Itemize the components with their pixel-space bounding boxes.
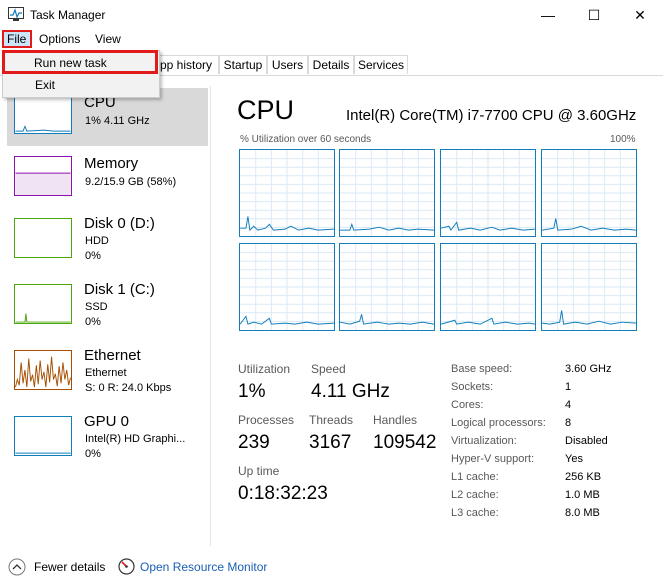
tab-app-history[interactable]: pp history xyxy=(158,55,219,74)
menu-item-exit[interactable]: Exit xyxy=(35,78,55,92)
menu-options[interactable]: Options xyxy=(39,32,80,46)
handles-value: 109542 xyxy=(373,432,437,453)
cpu-model: Intel(R) Core(TM) i7-7700 CPU @ 3.60GHz xyxy=(346,107,637,124)
speed-value: 4.11 GHz xyxy=(311,381,390,402)
logical-processor-graph xyxy=(541,149,637,237)
tab-details[interactable]: Details xyxy=(308,55,354,74)
tab-startup[interactable]: Startup xyxy=(219,55,267,74)
spec-value: 256 KB xyxy=(565,471,602,483)
logical-processor-graph xyxy=(339,149,435,237)
sidebar-gpu-title: GPU 0 xyxy=(84,413,130,430)
sidebar-ethernet-name: Ethernet xyxy=(85,367,127,379)
graph-caption: % Utilization over 60 seconds xyxy=(240,134,372,145)
close-button[interactable]: ✕ xyxy=(617,0,663,30)
window-title: Task Manager xyxy=(30,8,106,22)
logical-processor-graph xyxy=(440,243,536,331)
spec-value: 4 xyxy=(565,399,572,411)
cpu-thumbnail xyxy=(14,94,72,134)
graph-max-label: 100% xyxy=(610,134,636,145)
memory-thumbnail xyxy=(14,156,72,196)
spec-label: Cores: xyxy=(451,399,484,411)
sidebar-disk0-title: Disk 0 (D:) xyxy=(84,215,155,232)
uptime-value: 0:18:32:23 xyxy=(238,483,328,504)
logical-processor-graph xyxy=(440,149,536,237)
utilization-label: Utilization xyxy=(238,362,291,376)
spec-label: Virtualization: xyxy=(451,435,517,447)
menu-file[interactable]: File xyxy=(7,32,26,46)
resource-monitor-icon xyxy=(118,558,135,575)
sidebar-gpu-name: Intel(R) HD Graphi... xyxy=(85,433,186,445)
spec-value: Yes xyxy=(565,453,583,465)
tab-users[interactable]: Users xyxy=(267,55,308,74)
logical-processor-graph xyxy=(239,243,335,331)
logical-processor-graph xyxy=(239,149,335,237)
gpu-thumbnail xyxy=(14,416,72,456)
spec-value: Disabled xyxy=(565,435,608,447)
sidebar-memory-title: Memory xyxy=(84,155,139,172)
spec-label: L2 cache: xyxy=(451,489,499,501)
processes-value: 239 xyxy=(238,432,270,453)
sidebar-memory-sub: 9.2/15.9 GB (58%) xyxy=(85,176,177,188)
disk1-thumbnail xyxy=(14,284,72,324)
sidebar-gpu-usage: 0% xyxy=(85,448,101,460)
speed-label: Speed xyxy=(311,362,346,376)
spec-label: Hyper-V support: xyxy=(451,453,535,465)
sidebar-cpu-sub: 1% 4.11 GHz xyxy=(85,115,150,127)
logical-processor-graph xyxy=(541,243,637,331)
uptime-label: Up time xyxy=(238,464,280,478)
fewer-details-link[interactable]: Fewer details xyxy=(34,560,105,574)
page-title: CPU xyxy=(237,95,295,125)
spec-value: 3.60 GHz xyxy=(565,363,612,375)
maximize-button[interactable]: ☐ xyxy=(571,0,617,30)
disk0-thumbnail xyxy=(14,218,72,258)
ethernet-thumbnail xyxy=(14,350,72,390)
sidebar-disk1-usage: 0% xyxy=(85,316,101,328)
sidebar-disk0-usage: 0% xyxy=(85,250,101,262)
spec-value: 1.0 MB xyxy=(565,489,600,501)
spec-value: 8 xyxy=(565,417,572,429)
threads-value: 3167 xyxy=(309,432,352,453)
spec-label: Base speed: xyxy=(451,363,513,375)
spec-label: Logical processors: xyxy=(451,417,546,429)
tab-services[interactable]: Services xyxy=(354,55,408,74)
sidebar-disk1-type: SSD xyxy=(85,301,108,313)
menu-view[interactable]: View xyxy=(95,32,121,46)
utilization-value: 1% xyxy=(238,381,266,402)
open-resource-monitor-link[interactable]: Open Resource Monitor xyxy=(140,560,267,574)
minimize-button[interactable]: — xyxy=(525,0,571,30)
spec-label: L3 cache: xyxy=(451,507,499,519)
sidebar-ethernet-rate: S: 0 R: 24.0 Kbps xyxy=(85,382,172,394)
processes-label: Processes xyxy=(238,413,295,427)
sidebar-disk1-title: Disk 1 (C:) xyxy=(84,281,155,298)
spec-label: Sockets: xyxy=(451,381,494,393)
task-manager-icon xyxy=(8,7,24,21)
spec-label: L1 cache: xyxy=(451,471,499,483)
threads-label: Threads xyxy=(309,413,354,427)
spec-value: 8.0 MB xyxy=(565,507,600,519)
spec-value: 1 xyxy=(565,381,572,393)
logical-processor-graph xyxy=(339,243,435,331)
handles-label: Handles xyxy=(373,413,418,427)
sidebar-ethernet-title: Ethernet xyxy=(84,347,141,364)
menu-item-run-new-task[interactable]: Run new task xyxy=(34,56,107,70)
sidebar-disk0-type: HDD xyxy=(85,235,109,247)
chevron-up-icon[interactable] xyxy=(8,558,26,576)
